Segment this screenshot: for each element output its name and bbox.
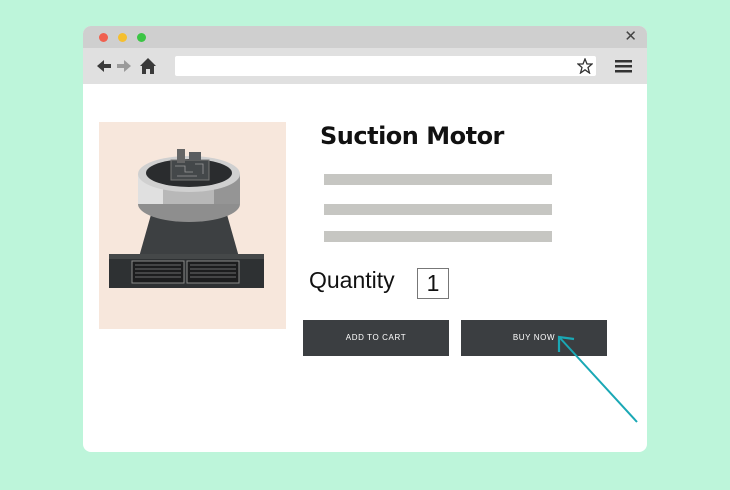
hamburger-menu-icon[interactable]: [615, 60, 632, 73]
forward-arrow-icon[interactable]: [115, 57, 133, 75]
product-image: [99, 122, 286, 329]
pointer-arrow-icon: [557, 335, 638, 423]
browser-toolbar: [83, 48, 647, 84]
close-icon[interactable]: ✕: [624, 29, 637, 45]
close-dot[interactable]: [99, 33, 108, 42]
suction-motor-illustration: [109, 149, 264, 288]
minimize-dot[interactable]: [118, 33, 127, 42]
description-placeholder-line: [324, 204, 552, 215]
quantity-input[interactable]: [417, 268, 449, 299]
maximize-dot[interactable]: [137, 33, 146, 42]
quantity-label: Quantity: [309, 267, 395, 293]
back-arrow-icon[interactable]: [95, 57, 113, 75]
title-bar: ✕: [83, 26, 647, 48]
home-icon[interactable]: [139, 57, 157, 75]
description-placeholder-line: [324, 174, 552, 185]
add-to-cart-button[interactable]: ADD TO CART: [303, 320, 449, 356]
url-bar[interactable]: [175, 56, 596, 76]
product-title: Suction Motor: [320, 122, 504, 150]
description-placeholder-line: [324, 231, 552, 242]
star-icon[interactable]: [577, 58, 593, 74]
